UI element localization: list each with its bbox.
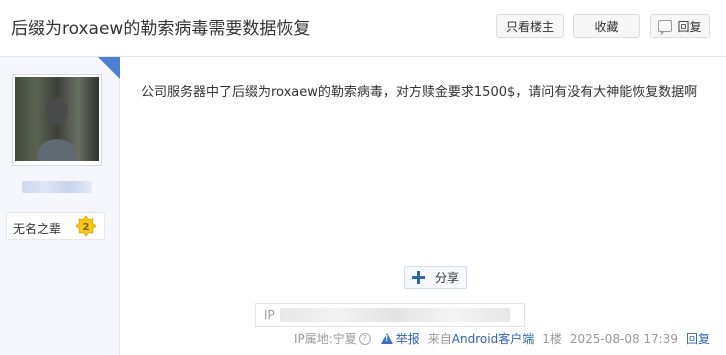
- only-op-button[interactable]: 只看楼主: [496, 14, 564, 38]
- favorite-button[interactable]: 收藏: [573, 14, 640, 38]
- level-badge-icon: 2: [75, 215, 97, 237]
- post-timestamp: 2025-08-08 17:39: [569, 331, 678, 346]
- level-number: 2: [83, 222, 90, 233]
- level-name: 无名之辈: [13, 222, 62, 236]
- share-button[interactable]: 分享: [404, 266, 467, 289]
- ip-label: IP: [264, 308, 275, 322]
- user-level[interactable]: 无名之辈 2: [6, 212, 105, 240]
- reply-button[interactable]: 回复: [650, 14, 710, 38]
- comment-icon: [658, 20, 673, 35]
- post-content: 公司服务器中了后缀为roxaew的勒索病毒，对方赎金要求1500$，请问有没有大…: [141, 85, 698, 100]
- source-prefix: 来自: [427, 332, 452, 346]
- thread-title: 后缀为roxaew的勒索病毒需要数据恢复: [11, 19, 311, 39]
- report-link[interactable]: 举报: [396, 330, 420, 347]
- thread-header: 后缀为roxaew的勒索病毒需要数据恢复 只看楼主 收藏 回复: [0, 0, 726, 57]
- avatar[interactable]: [12, 74, 102, 166]
- help-icon[interactable]: ?: [358, 332, 371, 345]
- ip-redacted: [280, 308, 510, 322]
- avatar-image: [15, 77, 99, 161]
- ip-info-box: IP: [255, 303, 525, 327]
- source-client-link[interactable]: Android客户端: [452, 330, 534, 347]
- ip-location: IP属地:宁夏: [293, 332, 357, 346]
- report-icon: [380, 333, 393, 344]
- plus-icon: [411, 271, 425, 284]
- post-footer: IP属地:宁夏 ? 举报 来自 Android客户端 1楼 2025-08-08…: [294, 330, 710, 347]
- username-redacted[interactable]: [22, 181, 92, 193]
- reply-button-label: 回复: [677, 19, 702, 34]
- share-label: 分享: [434, 271, 459, 285]
- floor-reply-link[interactable]: 回复: [686, 330, 710, 347]
- floor-number: 1楼: [542, 332, 562, 346]
